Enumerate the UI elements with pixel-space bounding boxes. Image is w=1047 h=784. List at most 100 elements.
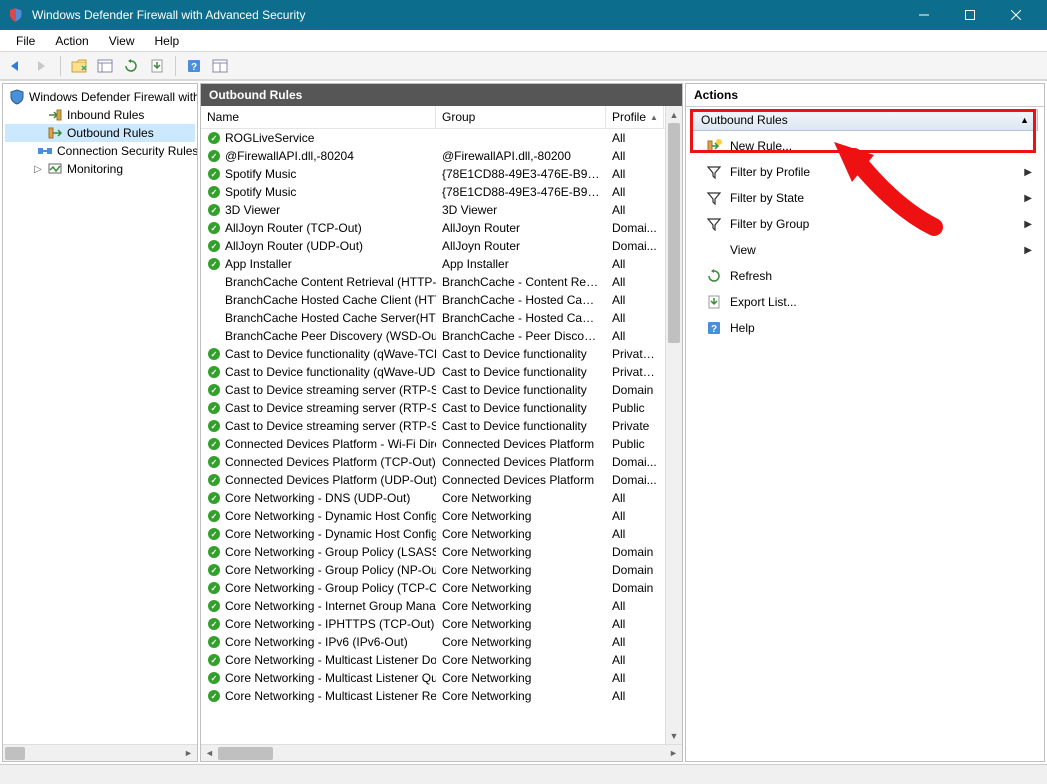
rule-row[interactable]: ✓Core Networking - Internet Group Mana..… [201, 597, 665, 615]
rule-row[interactable]: ✓Spotify Music{78E1CD88-49E3-476E-B926-.… [201, 165, 665, 183]
scrollbar-thumb[interactable] [668, 123, 680, 343]
rule-profile: Domai... [606, 238, 664, 254]
action-filter-by-state[interactable]: Filter by State▶ [692, 185, 1038, 211]
toolbar-refresh-button[interactable] [119, 55, 143, 77]
rule-row[interactable]: BranchCache Peer Discovery (WSD-Out)Bran… [201, 327, 665, 345]
rule-row[interactable]: ✓Connected Devices Platform (UDP-Out)Con… [201, 471, 665, 489]
toolbar-help-button[interactable]: ? [182, 55, 206, 77]
expand-icon[interactable]: ▷ [33, 164, 43, 175]
svg-text:?: ? [191, 62, 197, 73]
action-help[interactable]: ?Help [692, 315, 1038, 341]
tree-item-outbound-rules[interactable]: Outbound Rules [5, 124, 195, 142]
rule-row[interactable]: ✓Spotify Music{78E1CD88-49E3-476E-B926-.… [201, 183, 665, 201]
rule-row[interactable]: ✓Core Networking - Group Policy (NP-Out)… [201, 561, 665, 579]
back-button[interactable] [4, 55, 28, 77]
forward-button[interactable] [30, 55, 54, 77]
enabled-check-icon: ✓ [208, 348, 220, 360]
rule-row[interactable]: ✓Connected Devices Platform - Wi-Fi Dire… [201, 435, 665, 453]
rule-profile: All [606, 670, 664, 686]
rule-row[interactable]: ✓Core Networking - Multicast Listener Do… [201, 651, 665, 669]
rule-row[interactable]: ✓Cast to Device functionality (qWave-TCP… [201, 345, 665, 363]
column-profile[interactable]: Profile▲ [606, 106, 664, 128]
scroll-left-arrow-icon[interactable]: ◄ [201, 745, 218, 761]
toolbar-button-2[interactable] [93, 55, 117, 77]
tree-item-inbound-rules[interactable]: Inbound Rules [5, 106, 195, 124]
tree-item-label: Monitoring [67, 162, 123, 176]
rule-group: Cast to Device functionality [436, 400, 606, 416]
action-new-rule[interactable]: New Rule... [692, 133, 1038, 159]
menu-bar: File Action View Help [0, 30, 1047, 52]
list-vertical-scrollbar[interactable]: ▲ ▼ [665, 106, 682, 744]
rule-name: Core Networking - Group Policy (NP-Out) [225, 563, 436, 577]
rule-group: Core Networking [436, 634, 606, 650]
tree-horizontal-scrollbar[interactable]: ◄ ► [3, 744, 197, 761]
rule-group: Cast to Device functionality [436, 364, 606, 380]
enabled-check-icon: ✓ [208, 240, 220, 252]
rule-row[interactable]: ✓3D Viewer3D ViewerAll [201, 201, 665, 219]
menu-view[interactable]: View [99, 32, 145, 50]
action-refresh[interactable]: Refresh [692, 263, 1038, 289]
rule-row[interactable]: ✓Cast to Device streaming server (RTP-St… [201, 381, 665, 399]
maximize-button[interactable] [947, 0, 993, 30]
toolbar-button-6[interactable] [208, 55, 232, 77]
toolbar-button-1[interactable] [67, 55, 91, 77]
scroll-down-arrow-icon[interactable]: ▼ [666, 727, 682, 744]
menu-file[interactable]: File [6, 32, 45, 50]
rule-row[interactable]: ✓Core Networking - DNS (UDP-Out)Core Net… [201, 489, 665, 507]
rule-row[interactable]: ✓Core Networking - Multicast Listener Re… [201, 687, 665, 705]
actions-section-header[interactable]: Outbound Rules ▲ [692, 109, 1038, 131]
nav-tree[interactable]: Windows Defender Firewall with Inbound R… [3, 84, 197, 744]
rule-row[interactable]: ✓App InstallerApp InstallerAll [201, 255, 665, 273]
rule-row[interactable]: ✓Core Networking - IPHTTPS (TCP-Out)Core… [201, 615, 665, 633]
rule-row[interactable]: ✓Connected Devices Platform (TCP-Out)Con… [201, 453, 665, 471]
action-view[interactable]: View▶ [692, 237, 1038, 263]
action-label: View [730, 243, 756, 257]
rule-profile: All [606, 598, 664, 614]
rule-row[interactable]: ✓Cast to Device streaming server (RTP-St… [201, 399, 665, 417]
action-export-list[interactable]: Export List... [692, 289, 1038, 315]
tree-item-icon [47, 161, 63, 177]
column-name[interactable]: Name [201, 106, 436, 128]
rule-row[interactable]: BranchCache Hosted Cache Server(HTTP...B… [201, 309, 665, 327]
rules-list[interactable]: Name Group Profile▲ ✓ROGLiveServiceAll✓@… [201, 106, 665, 744]
rule-row[interactable]: ✓AllJoyn Router (UDP-Out)AllJoyn RouterD… [201, 237, 665, 255]
enabled-check-icon: ✓ [208, 510, 220, 522]
rule-row[interactable]: BranchCache Hosted Cache Client (HTT...B… [201, 291, 665, 309]
scrollbar-thumb[interactable] [5, 747, 25, 760]
rule-row[interactable]: ✓Core Networking - Dynamic Host Config..… [201, 525, 665, 543]
rule-row[interactable]: ✓Cast to Device streaming server (RTP-St… [201, 417, 665, 435]
tree-item-monitoring[interactable]: ▷ Monitoring [5, 160, 195, 178]
menu-help[interactable]: Help [145, 32, 190, 50]
rule-row[interactable]: ✓Core Networking - Multicast Listener Qu… [201, 669, 665, 687]
action-filter-by-group[interactable]: Filter by Group▶ [692, 211, 1038, 237]
toolbar-export-button[interactable] [145, 55, 169, 77]
rule-row[interactable]: ✓AllJoyn Router (TCP-Out)AllJoyn RouterD… [201, 219, 665, 237]
rule-row[interactable]: ✓Cast to Device functionality (qWave-UDP… [201, 363, 665, 381]
enabled-check-icon: ✓ [208, 582, 220, 594]
scroll-right-arrow-icon[interactable]: ► [180, 745, 197, 762]
rule-profile: Domai... [606, 220, 664, 236]
status-icon: ✓ [207, 527, 221, 541]
scrollbar-thumb[interactable] [218, 747, 273, 760]
rule-group: App Installer [436, 256, 606, 272]
scroll-up-arrow-icon[interactable]: ▲ [666, 106, 682, 123]
scroll-right-arrow-icon[interactable]: ► [665, 745, 682, 761]
rule-row[interactable]: ✓Core Networking - Group Policy (TCP-Out… [201, 579, 665, 597]
rule-row[interactable]: ✓Core Networking - IPv6 (IPv6-Out)Core N… [201, 633, 665, 651]
rule-name: Connected Devices Platform - Wi-Fi Dire.… [225, 437, 436, 451]
rule-row[interactable]: ✓ROGLiveServiceAll [201, 129, 665, 147]
action-filter-by-profile[interactable]: Filter by Profile▶ [692, 159, 1038, 185]
tree-item-connection-security-rules[interactable]: Connection Security Rules [5, 142, 195, 160]
tree-root[interactable]: Windows Defender Firewall with [5, 88, 195, 106]
rule-row[interactable]: ✓Core Networking - Dynamic Host Config..… [201, 507, 665, 525]
column-group[interactable]: Group [436, 106, 606, 128]
minimize-button[interactable] [901, 0, 947, 30]
list-horizontal-scrollbar[interactable]: ◄ ► [201, 744, 682, 761]
menu-action[interactable]: Action [45, 32, 98, 50]
enabled-check-icon: ✓ [208, 618, 220, 630]
close-button[interactable] [993, 0, 1039, 30]
rule-row[interactable]: BranchCache Content Retrieval (HTTP-O...… [201, 273, 665, 291]
rule-row[interactable]: ✓@FirewallAPI.dll,-80204@FirewallAPI.dll… [201, 147, 665, 165]
rule-row[interactable]: ✓Core Networking - Group Policy (LSASS-.… [201, 543, 665, 561]
rule-group: BranchCache - Peer Discove... [436, 328, 606, 344]
